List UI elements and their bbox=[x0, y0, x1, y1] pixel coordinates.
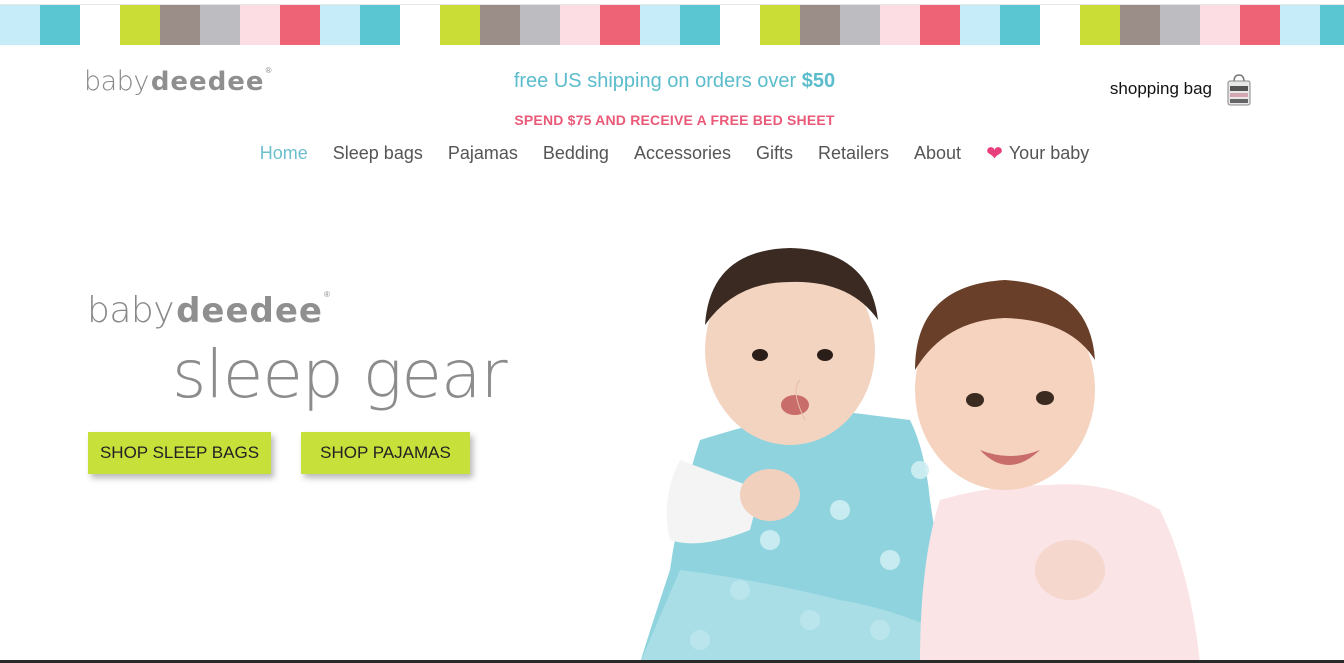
stripe-square bbox=[1200, 5, 1240, 45]
main-nav: Home Sleep bags Pajamas Bedding Accessor… bbox=[0, 143, 1344, 164]
stripe-square bbox=[120, 5, 160, 45]
stripe-square bbox=[400, 5, 440, 45]
stripe-square bbox=[960, 5, 1000, 45]
stripe-square bbox=[40, 5, 80, 45]
color-stripe-banner bbox=[0, 5, 1344, 45]
hero-babies-photo bbox=[640, 248, 1200, 663]
nav-retailers-label: Retailers bbox=[817, 143, 890, 163]
shipping-text: free US shipping on orders over bbox=[513, 70, 802, 92]
stripe-square bbox=[200, 5, 240, 45]
hero-logo: baby deedee ® bbox=[87, 290, 330, 331]
nav-pajamas[interactable]: Pajamas bbox=[448, 143, 518, 164]
nav-pajamas-label: Pajamas bbox=[447, 143, 518, 163]
hero-logo-mark: deedee bbox=[176, 290, 323, 331]
nav-home[interactable]: Home bbox=[260, 143, 308, 164]
stripe-square bbox=[520, 5, 560, 45]
promo-banner: SPEND $75 AND RECEIVE A FREE BED SHEET bbox=[514, 112, 835, 128]
stripe-square bbox=[480, 5, 520, 45]
stripe-square bbox=[280, 5, 320, 45]
nav-about-label: About bbox=[914, 143, 962, 163]
stripe-square bbox=[440, 5, 480, 45]
stripe-square bbox=[160, 5, 200, 45]
shopping-bag-link[interactable]: shopping bag bbox=[1110, 72, 1252, 106]
stripe-square bbox=[1000, 5, 1040, 45]
stripe-square bbox=[920, 5, 960, 45]
stripe-square bbox=[800, 5, 840, 45]
stripe-square bbox=[680, 5, 720, 45]
stripe-square bbox=[1120, 5, 1160, 45]
nav-about[interactable]: About bbox=[914, 143, 961, 164]
stripe-square bbox=[840, 5, 880, 45]
shopping-bag-icon bbox=[1227, 74, 1251, 106]
nav-accessories-label: Accessories bbox=[633, 143, 731, 163]
stripe-square bbox=[1280, 5, 1320, 45]
stripe-square bbox=[720, 5, 760, 45]
shop-pajamas-button[interactable]: SHOP PAJAMAS bbox=[301, 432, 470, 474]
stripe-square bbox=[1320, 5, 1344, 45]
hero-logo-registered: ® bbox=[324, 290, 330, 299]
stripe-square bbox=[360, 5, 400, 45]
stripe-square bbox=[1080, 5, 1120, 45]
hero-title: sleep gear bbox=[172, 336, 508, 413]
nav-your-baby[interactable]: ❤ Your baby bbox=[986, 143, 1089, 164]
nav-home-label: Home bbox=[259, 143, 308, 163]
nav-gifts[interactable]: Gifts bbox=[756, 143, 793, 164]
shopping-bag-label: shopping bag bbox=[1109, 79, 1212, 98]
stripe-square bbox=[880, 5, 920, 45]
nav-retailers[interactable]: Retailers bbox=[818, 143, 889, 164]
nav-sleep-bags[interactable]: Sleep bags bbox=[333, 143, 423, 164]
stripe-square bbox=[1040, 5, 1080, 45]
shop-sleep-bags-button[interactable]: SHOP SLEEP BAGS bbox=[88, 432, 271, 474]
stripe-square bbox=[240, 5, 280, 45]
stripe-square bbox=[760, 5, 800, 45]
nav-accessories[interactable]: Accessories bbox=[634, 143, 731, 164]
nav-gifts-label: Gifts bbox=[755, 143, 793, 163]
nav-bedding[interactable]: Bedding bbox=[543, 143, 609, 164]
stripe-square bbox=[320, 5, 360, 45]
nav-your-baby-label: Your baby bbox=[1008, 143, 1090, 163]
hero-logo-prefix: baby bbox=[87, 290, 175, 331]
nav-sleep-bags-label: Sleep bags bbox=[332, 143, 423, 163]
heart-icon: ❤ bbox=[986, 142, 1003, 165]
shipping-amount: $50 bbox=[801, 70, 836, 92]
stripe-square bbox=[1240, 5, 1280, 45]
stripe-square bbox=[80, 5, 120, 45]
nav-bedding-label: Bedding bbox=[542, 143, 609, 163]
stripe-square bbox=[600, 5, 640, 45]
stripe-square bbox=[560, 5, 600, 45]
stripe-square bbox=[1160, 5, 1200, 45]
stripe-square bbox=[0, 5, 40, 45]
stripe-square bbox=[640, 5, 680, 45]
